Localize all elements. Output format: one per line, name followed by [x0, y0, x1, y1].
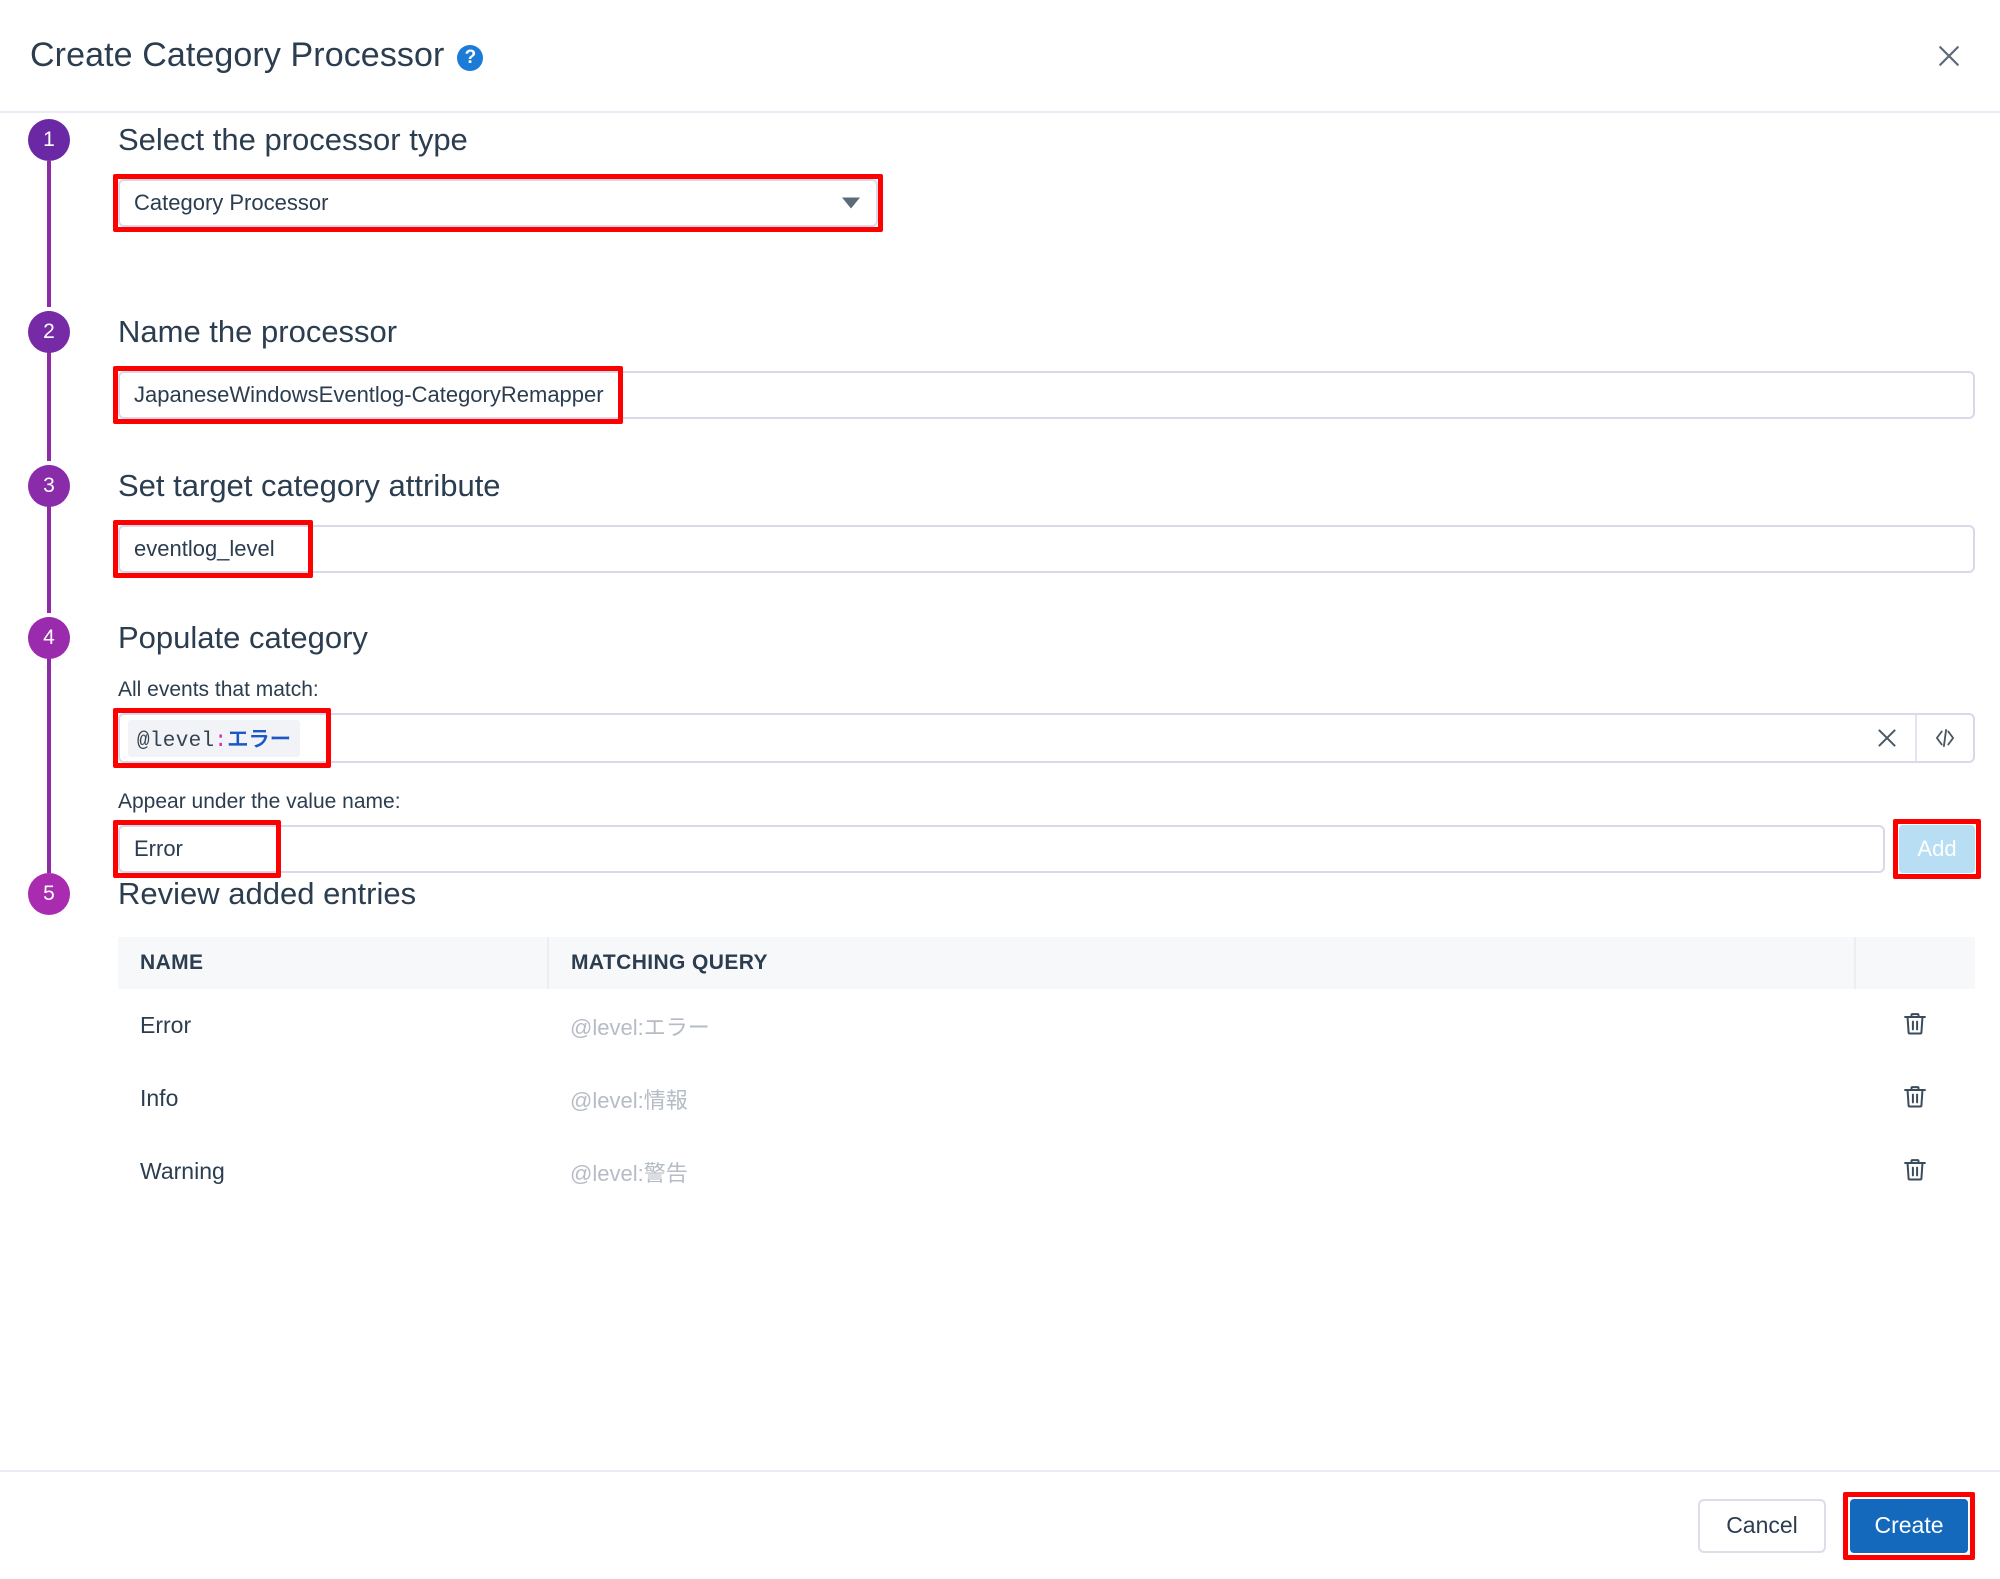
create-button[interactable]: Create — [1850, 1498, 1968, 1553]
step-badge-1: 1 — [28, 119, 70, 161]
step-1-select-processor-type: 1 Select the processor type Category Pro… — [0, 119, 2000, 232]
step-badge-5: 5 — [28, 873, 70, 915]
entry-query: @level:情報 — [570, 1087, 688, 1113]
entries-table-body: Error @level:エラー Info @level:情報 Warning … — [118, 989, 1975, 1208]
entry-query: @level:エラー — [570, 1014, 710, 1040]
processor-type-value: Category Processor — [134, 190, 329, 215]
dialog-body: 1 Select the processor type Category Pro… — [0, 113, 2000, 1470]
value-name-input[interactable]: Error — [118, 825, 1885, 873]
query-token: @level:エラー — [128, 719, 301, 757]
value-name-label: Appear under the value name: — [118, 790, 401, 813]
entries-table-head: NAME MATCHING QUERY — [118, 937, 1975, 989]
step-connector-1 — [47, 161, 51, 307]
trash-icon[interactable] — [1898, 1007, 1932, 1041]
query-colon-token: : — [214, 729, 228, 753]
code-brackets-icon[interactable] — [1915, 715, 1973, 761]
chevron-down-icon — [842, 197, 860, 209]
column-header-actions — [1855, 937, 1975, 989]
query-field-token: @level — [137, 729, 215, 753]
step-4-populate-category: 4 Populate category All events that matc… — [0, 617, 2000, 879]
step-badge-4: 4 — [28, 617, 70, 659]
value-name-value: Error — [134, 836, 183, 861]
match-label: All events that match: — [118, 678, 319, 701]
step-number-2: 2 — [43, 320, 55, 343]
create-category-processor-dialog: Create Category Processor ? 1 Select the… — [0, 0, 2000, 1579]
target-attribute-value: eventlog_level — [134, 536, 275, 561]
step-title-2: Name the processor — [118, 314, 398, 349]
step-badge-3: 3 — [28, 465, 70, 507]
dialog-footer: Cancel Create — [0, 1470, 2000, 1579]
step-3-target-category-attribute: 3 Set target category attribute eventlog… — [0, 465, 2000, 578]
step-number-3: 3 — [43, 474, 55, 497]
query-value-token: エラー — [227, 729, 292, 753]
step-number-1: 1 — [43, 128, 55, 151]
step-5-review-added-entries: 5 Review added entries NAME MATCHING QUE… — [0, 873, 2000, 1208]
target-attribute-input[interactable]: eventlog_level — [118, 525, 1975, 573]
match-query-input[interactable]: @level:エラー — [118, 713, 1975, 763]
trash-icon[interactable] — [1898, 1153, 1932, 1187]
entry-query: @level:警告 — [570, 1160, 688, 1186]
dialog-header: Create Category Processor ? — [0, 0, 2000, 113]
entry-actions — [1855, 1135, 1975, 1208]
step-title-5: Review added entries — [118, 876, 417, 911]
add-button[interactable]: Add — [1899, 825, 1975, 873]
entry-name: Error — [140, 1012, 192, 1038]
processor-type-select[interactable]: Category Processor — [118, 179, 878, 227]
entry-actions — [1855, 1062, 1975, 1135]
trash-icon[interactable] — [1898, 1080, 1932, 1114]
entry-name: Info — [140, 1085, 179, 1111]
step-number-5: 5 — [43, 882, 55, 905]
help-circle-icon[interactable]: ? — [457, 44, 484, 71]
entries-table-header-row: NAME MATCHING QUERY — [118, 937, 1975, 989]
step-title-1: Select the processor type — [118, 122, 468, 157]
clear-query-icon[interactable] — [1859, 715, 1915, 761]
dialog-title: Create Category Processor — [30, 36, 445, 74]
table-row: Error @level:エラー — [118, 989, 1975, 1062]
entry-name: Warning — [140, 1158, 225, 1184]
table-row: Warning @level:警告 — [118, 1135, 1975, 1208]
column-header-name: NAME — [118, 937, 549, 989]
step-badge-2: 2 — [28, 311, 70, 353]
step-2-name-processor: 2 Name the processor JapaneseWindowsEven… — [0, 311, 2000, 424]
table-row: Info @level:情報 — [118, 1062, 1975, 1135]
step-title-3: Set target category attribute — [118, 468, 501, 503]
close-icon[interactable] — [1926, 33, 1972, 79]
entry-actions — [1855, 989, 1975, 1062]
processor-name-value: JapaneseWindowsEventlog-CategoryRemapper — [134, 382, 604, 407]
column-header-matching-query: MATCHING QUERY — [548, 937, 1856, 989]
cancel-button[interactable]: Cancel — [1698, 1498, 1826, 1553]
step-title-4: Populate category — [118, 620, 368, 655]
processor-name-input[interactable]: JapaneseWindowsEventlog-CategoryRemapper — [118, 371, 1975, 419]
entries-table: NAME MATCHING QUERY Error @level:エラー Inf… — [118, 937, 1975, 1208]
step-number-4: 4 — [43, 626, 55, 649]
